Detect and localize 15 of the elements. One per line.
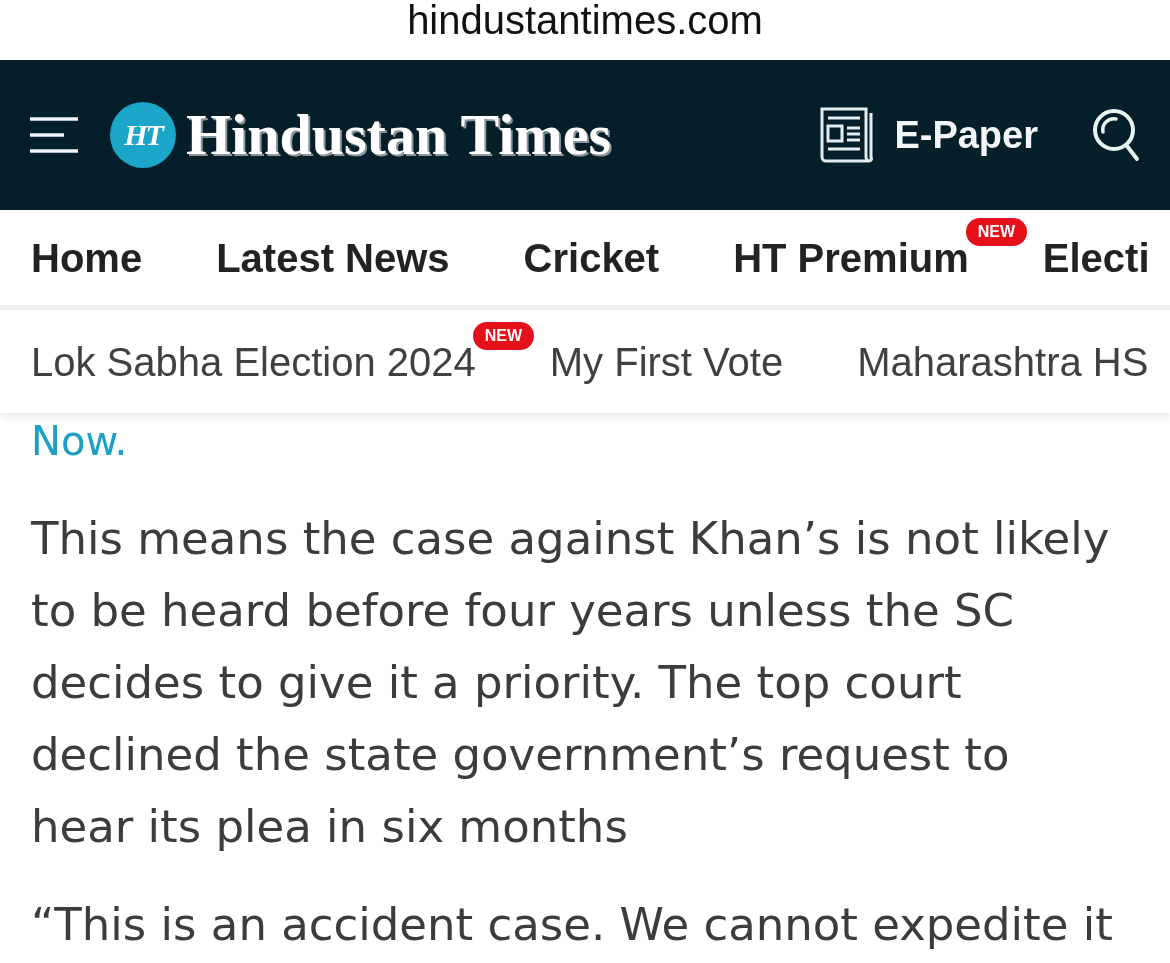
article-paragraph: This means the case against Khan’s is not likely to be heard before four years unless the SC decides to give it a priority. The top court declined the state government’s request to hear its plea in six months bbox=[31, 511, 1111, 855]
nav-link[interactable]: Cricket bbox=[523, 233, 660, 282]
nav-link[interactable]: My First Vote bbox=[549, 337, 784, 386]
article-paragraph: “This is an accident case. We cannot expedite it bbox=[31, 897, 1114, 953]
nav-link[interactable]: Maharashtra HS bbox=[857, 337, 1149, 386]
nav-link[interactable]: Electi bbox=[1042, 233, 1150, 282]
nav-link[interactable]: Latest News bbox=[216, 233, 450, 282]
epaper-link[interactable]: E-Paper bbox=[820, 107, 1038, 163]
logo-wordmark[interactable]: Hindustan Times bbox=[186, 102, 611, 168]
new-badge: NEW bbox=[472, 321, 535, 350]
search-icon[interactable] bbox=[1092, 108, 1140, 162]
nav-link[interactable]: Home bbox=[31, 233, 143, 282]
new-badge: NEW bbox=[965, 217, 1028, 246]
address-bar-url[interactable]: hindustantimes.com bbox=[407, 0, 763, 40]
menu-icon[interactable] bbox=[30, 117, 78, 153]
